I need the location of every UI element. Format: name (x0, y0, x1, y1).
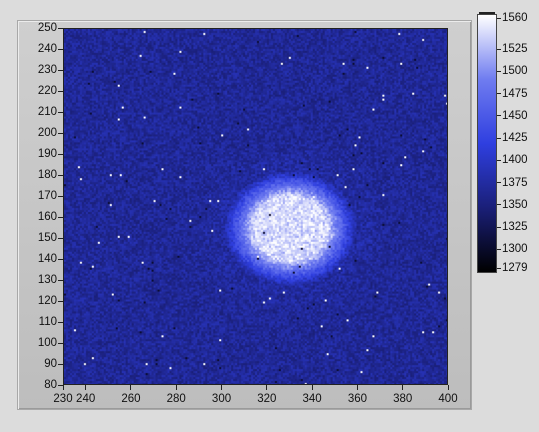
y-tick-label: 150 (37, 232, 57, 244)
x-tick-label: 260 (121, 393, 141, 405)
colorbar-tick-label: 1375 (502, 176, 528, 189)
y-tick-label: 240 (37, 43, 57, 55)
colorbar-tick-label: 1525 (502, 43, 528, 56)
x-tick-label: 380 (393, 393, 413, 405)
y-tick-mark (58, 111, 63, 113)
x-tick-label: 340 (302, 393, 322, 405)
colorbar-tick-mark (497, 159, 501, 161)
y-tick-mark (58, 132, 63, 134)
colorbar-tick-label: 1325 (502, 221, 528, 234)
x-tick-label: 280 (166, 393, 186, 405)
colorbar-tick-mark (497, 226, 501, 228)
y-tick-label: 230 (37, 64, 57, 76)
y-tick-label: 90 (44, 358, 57, 370)
colorbar-tick-mark (497, 115, 501, 117)
x-tick-label: 320 (257, 393, 277, 405)
y-tick-label: 200 (37, 127, 57, 139)
intensity-image-plot[interactable] (63, 28, 448, 385)
colorbar-tick-label: 1279 (502, 262, 528, 274)
x-tick-label: 300 (211, 393, 232, 405)
y-tick-label: 160 (37, 211, 57, 223)
x-tick-mark (85, 385, 87, 390)
x-tick-mark (266, 385, 268, 390)
y-tick-mark (58, 153, 63, 155)
x-tick-mark (62, 385, 64, 390)
y-tick-label: 120 (37, 295, 57, 307)
colorbar-tick-label: 1450 (502, 109, 528, 122)
y-tick-label: 130 (37, 274, 57, 286)
colorbar-tick-mark (497, 93, 501, 95)
y-tick-mark (58, 27, 63, 29)
x-tick-label: 240 (76, 393, 96, 405)
colorbar-tick-mark (497, 17, 501, 19)
y-tick-label: 170 (37, 190, 57, 202)
colorbar-tick-label: 1475 (502, 87, 528, 100)
colorbar-tick-mark (497, 137, 501, 139)
y-tick-mark (58, 216, 63, 218)
x-tick-label: 360 (347, 393, 367, 405)
y-tick-mark (58, 258, 63, 260)
colorbar-tick-mark (497, 248, 501, 250)
y-tick-mark (58, 363, 63, 365)
y-tick-label: 180 (37, 169, 57, 181)
x-tick-label: 230 (53, 393, 73, 405)
y-tick-mark (58, 342, 63, 344)
colorbar-tick-mark (497, 182, 501, 184)
colorbar-tick-mark (497, 204, 501, 206)
y-tick-label: 210 (37, 106, 57, 118)
colorbar-tick-mark (497, 70, 501, 72)
x-tick-mark (402, 385, 404, 390)
colorbar-tick-label: 1300 (502, 243, 528, 256)
y-tick-label: 190 (37, 148, 57, 160)
y-tick-mark (58, 48, 63, 50)
colorbar-tick-label: 1350 (502, 198, 528, 211)
colorbar-tick-label: 1425 (502, 132, 528, 145)
x-tick-label: 400 (438, 393, 458, 405)
y-tick-mark (58, 174, 63, 176)
x-tick-mark (356, 385, 358, 390)
y-tick-mark (58, 195, 63, 197)
y-tick-mark (58, 69, 63, 71)
x-tick-mark (221, 385, 223, 390)
y-tick-label: 140 (37, 253, 57, 265)
x-tick-mark (175, 385, 177, 390)
x-tick-mark (311, 385, 313, 390)
y-tick-mark (58, 237, 63, 239)
y-tick-mark (58, 90, 63, 92)
colorbar-tick-label: 1560 (502, 12, 528, 24)
colorbar (477, 14, 497, 273)
y-tick-label: 110 (38, 316, 57, 328)
intensity-heatmap (64, 29, 447, 384)
y-tick-label: 100 (37, 337, 57, 349)
y-tick-mark (58, 300, 63, 302)
y-tick-label: 250 (37, 22, 57, 34)
y-tick-label: 80 (44, 379, 57, 391)
colorbar-tick-mark (497, 267, 501, 269)
x-tick-mark (447, 385, 449, 390)
y-tick-mark (58, 279, 63, 281)
x-tick-mark (130, 385, 132, 390)
y-tick-label: 220 (37, 85, 57, 97)
colorbar-tick-mark (497, 48, 501, 50)
colorbar-tick-label: 1400 (502, 154, 528, 167)
colorbar-tick-label: 1500 (502, 65, 528, 78)
y-tick-mark (58, 321, 63, 323)
